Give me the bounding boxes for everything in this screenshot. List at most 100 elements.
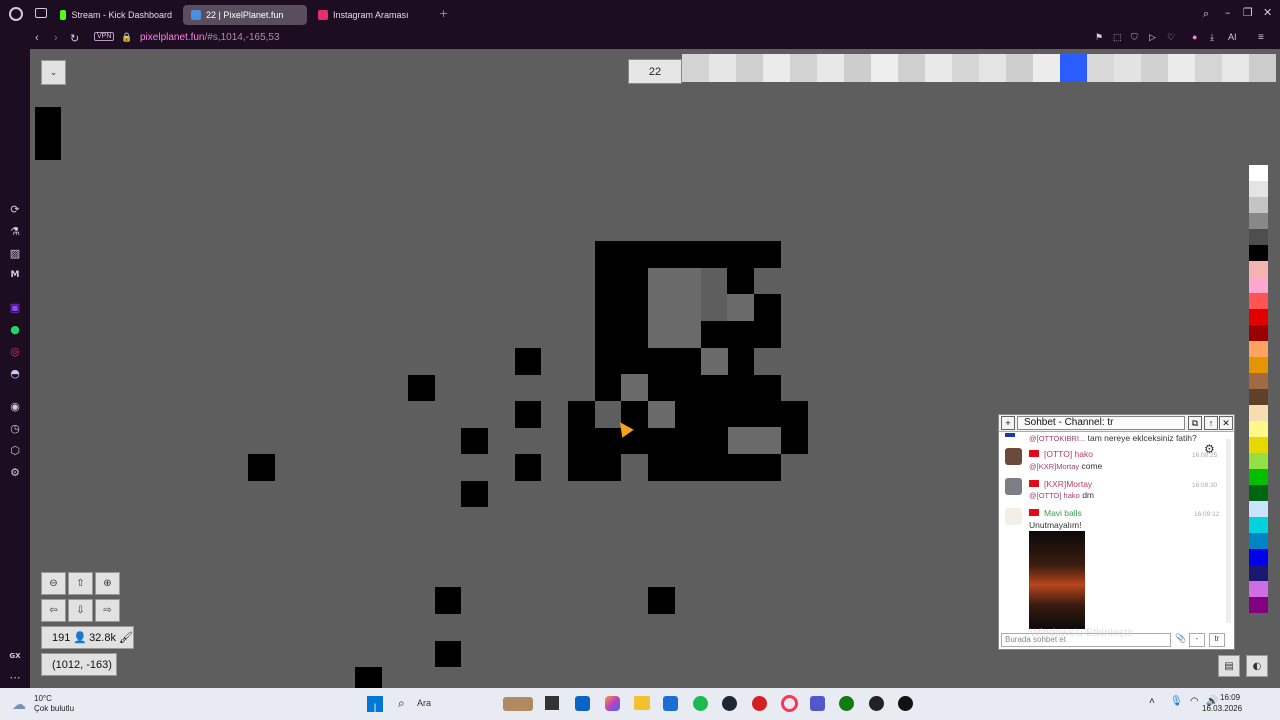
tab-kick-dashboard[interactable]: Stream - Kick Dashboard	[52, 5, 180, 25]
back-icon[interactable]: ‹	[35, 32, 39, 44]
chat-toggle-button[interactable]: ▤	[1218, 655, 1240, 677]
ai-button[interactable]: AI	[1228, 32, 1237, 42]
palette-swatch[interactable]	[1249, 453, 1268, 469]
palette-swatch[interactable]	[1249, 341, 1268, 357]
palette-swatch[interactable]	[1249, 581, 1268, 597]
palette-swatch[interactable]	[1249, 293, 1268, 309]
history-refresh-icon[interactable]: ⟳	[8, 202, 22, 216]
chat-scrollbar[interactable]	[1226, 439, 1231, 623]
outlook-icon[interactable]	[575, 696, 590, 711]
chat-title[interactable]: Sohbet - Channel: tr	[1017, 416, 1185, 430]
app-red-icon[interactable]	[752, 696, 767, 711]
palette-swatch[interactable]	[1249, 245, 1268, 261]
tab-instagram[interactable]: Instagram Araması	[310, 5, 434, 25]
palette-swatch[interactable]	[1249, 213, 1268, 229]
chat-username[interactable]: [KXR]Mortay	[1044, 479, 1092, 489]
avatar[interactable]	[1005, 508, 1022, 525]
close-window-icon[interactable]: ✕	[1263, 6, 1272, 19]
coordinates-display[interactable]: (1012, -163)	[41, 653, 117, 676]
palette-swatch[interactable]	[1249, 405, 1268, 421]
tray-chevron-icon[interactable]: ˄	[1149, 696, 1155, 707]
url-text[interactable]: pixelplanet.fun/#s,1014,-165,53	[140, 32, 280, 43]
move-up-button[interactable]: ⇧	[68, 572, 93, 595]
player-icon[interactable]: ▷	[1149, 32, 1156, 43]
vpn-badge[interactable]: VPN	[94, 32, 115, 41]
forward-icon[interactable]: ›	[54, 32, 58, 44]
search-tabs-icon[interactable]: ⌕	[1203, 7, 1209, 21]
search-highlight-icon[interactable]	[503, 697, 533, 711]
steam-icon[interactable]	[722, 696, 737, 711]
weather-desc[interactable]: Çok bulutlu	[34, 704, 74, 713]
store-icon[interactable]	[663, 696, 678, 711]
zoom-out-button[interactable]: ⊖	[41, 572, 66, 595]
palette-swatch[interactable]	[1249, 277, 1268, 293]
clock-icon[interactable]: ◷	[8, 421, 22, 435]
chat-expand-button[interactable]: ↑	[1204, 416, 1218, 430]
maximize-icon[interactable]: ❐	[1243, 6, 1253, 19]
task-view-icon[interactable]	[545, 696, 559, 710]
chat-image-thumbnail[interactable]	[1029, 531, 1085, 629]
palette-swatch[interactable]	[1249, 261, 1268, 277]
palette-swatch[interactable]	[1249, 501, 1268, 517]
messenger-m-icon[interactable]: M	[8, 268, 22, 282]
palette-swatch[interactable]	[1249, 597, 1268, 613]
app-dark-icon[interactable]	[869, 696, 884, 711]
wifi-icon[interactable]: ◠	[1190, 696, 1199, 707]
download-icon[interactable]: ⤓	[1210, 32, 1214, 43]
reload-icon[interactable]: ↻	[70, 32, 79, 45]
opera-gx-taskbar-icon[interactable]	[781, 695, 798, 712]
clock-date[interactable]: 16.03.2026	[1202, 704, 1242, 713]
aria-icon[interactable]: ⚗	[8, 224, 22, 238]
palette-swatch[interactable]	[1249, 165, 1268, 181]
search-icon[interactable]: ⌕	[398, 696, 405, 711]
weather-icon[interactable]: ☁	[12, 696, 26, 713]
chat-popout-button[interactable]: ⧉	[1188, 416, 1202, 430]
menu-toggle-button[interactable]: ⌄	[41, 60, 66, 85]
heart-icon[interactable]: ♡	[1167, 32, 1175, 43]
taskbar-search-label[interactable]: Ara	[417, 698, 431, 708]
copilot-icon[interactable]	[605, 696, 620, 711]
palette-swatch[interactable]	[1249, 389, 1268, 405]
windows-start-icon[interactable]	[367, 696, 383, 712]
xbox-icon[interactable]	[839, 696, 854, 711]
palette-swatch[interactable]	[1249, 229, 1268, 245]
microphone-icon[interactable]: 🎙	[1170, 696, 1183, 707]
shield-icon[interactable]: ⛉	[1131, 32, 1138, 43]
chat-username[interactable]: [OTTO] hako	[1044, 449, 1093, 459]
palette-swatch[interactable]	[1249, 533, 1268, 549]
tab-pixelplanet[interactable]: 22 | PixelPlanet.fun	[183, 5, 307, 25]
chat-username[interactable]: Mavi balls	[1044, 508, 1082, 518]
avatar[interactable]	[1005, 448, 1022, 465]
app-g-icon[interactable]	[898, 696, 913, 711]
palette-swatch[interactable]	[1249, 373, 1268, 389]
extensions-icon[interactable]: ⬡	[8, 443, 22, 457]
snapshot-icon[interactable]: ⚑	[1095, 32, 1103, 43]
spotify-icon[interactable]	[693, 696, 708, 711]
avatar[interactable]	[1005, 478, 1022, 495]
emoji-button[interactable]: -	[1189, 633, 1205, 647]
minimize-icon[interactable]: –	[1225, 6, 1231, 19]
more-icon[interactable]: ⋯	[8, 670, 22, 684]
workspaces-icon[interactable]	[35, 8, 47, 18]
easy-setup-icon[interactable]: ≡	[1258, 32, 1264, 43]
palette-swatch[interactable]	[1249, 517, 1268, 533]
player-sidebar-icon[interactable]: ◉	[8, 399, 22, 413]
palette-swatch[interactable]	[1249, 197, 1268, 213]
mention[interactable]: @[KXR]Mortay	[1029, 462, 1079, 471]
palette-swatch[interactable]	[1249, 325, 1268, 341]
palette-swatch[interactable]	[1249, 309, 1268, 325]
discord-icon[interactable]: ◓	[8, 366, 22, 380]
gx-label[interactable]: GX	[8, 649, 22, 663]
palette-toggle-button[interactable]: ◐	[1246, 655, 1268, 677]
new-tab-icon[interactable]: +	[439, 7, 448, 20]
zoom-in-button[interactable]: ⊕	[95, 572, 120, 595]
move-down-button[interactable]: ⇩	[68, 599, 93, 622]
teams-icon[interactable]	[810, 696, 825, 711]
pinboard-icon[interactable]: ▨	[8, 246, 22, 260]
palette-swatch[interactable]	[1249, 181, 1268, 197]
instagram-sidebar-icon[interactable]: ◎	[8, 344, 22, 358]
attach-icon[interactable]: 📎	[1175, 633, 1186, 644]
twitch-icon[interactable]: ▣	[8, 300, 22, 314]
palette-swatch[interactable]	[1249, 565, 1268, 581]
mention[interactable]: @[OTTOKIBRI...	[1029, 434, 1085, 443]
